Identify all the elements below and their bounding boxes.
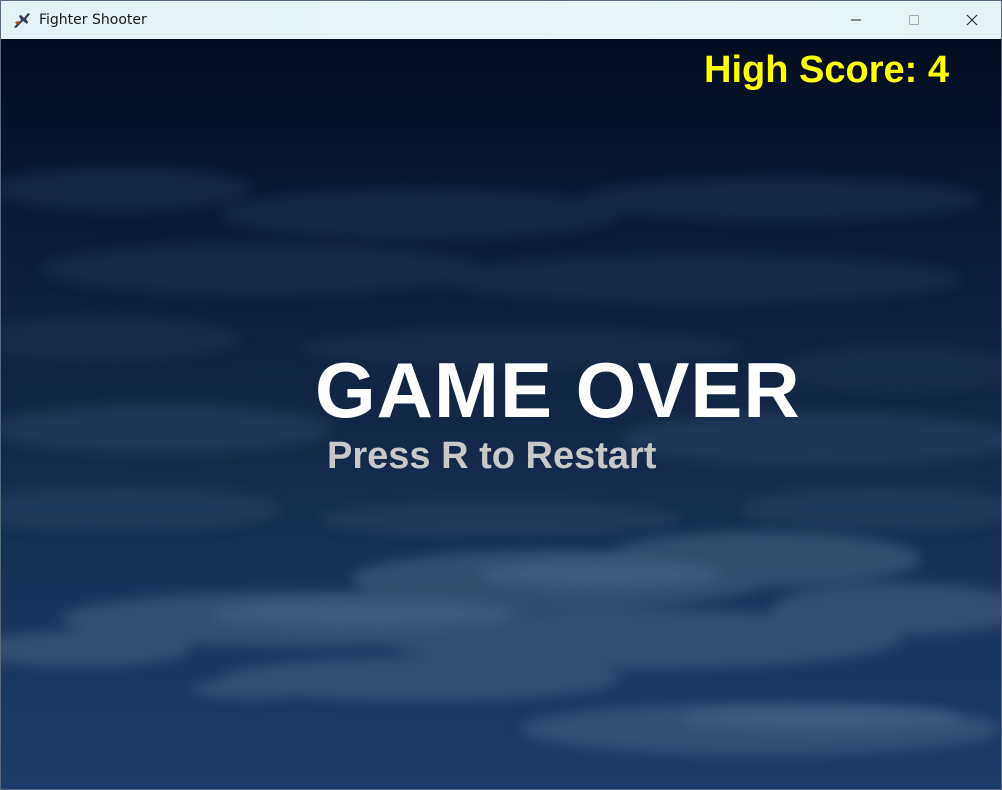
- minimize-button[interactable]: [827, 1, 885, 39]
- game-over-title: GAME OVER: [315, 346, 801, 434]
- close-icon: [966, 14, 978, 26]
- maximize-icon: [908, 14, 920, 26]
- window-controls: [827, 1, 1001, 39]
- minimize-icon: [850, 14, 862, 26]
- title-bar[interactable]: Fighter Shooter: [1, 1, 1001, 39]
- maximize-button[interactable]: [885, 1, 943, 39]
- window-title: Fighter Shooter: [39, 12, 147, 28]
- app-window: Fighter Shooter High Score: 4 GAME OVER …: [0, 0, 1002, 790]
- game-canvas[interactable]: High Score: 4 GAME OVER Press R to Resta…: [1, 39, 1001, 789]
- close-button[interactable]: [943, 1, 1001, 39]
- fighter-jet-icon: [11, 9, 33, 31]
- high-score-label: High Score: 4: [704, 49, 949, 91]
- restart-prompt: Press R to Restart: [327, 435, 657, 477]
